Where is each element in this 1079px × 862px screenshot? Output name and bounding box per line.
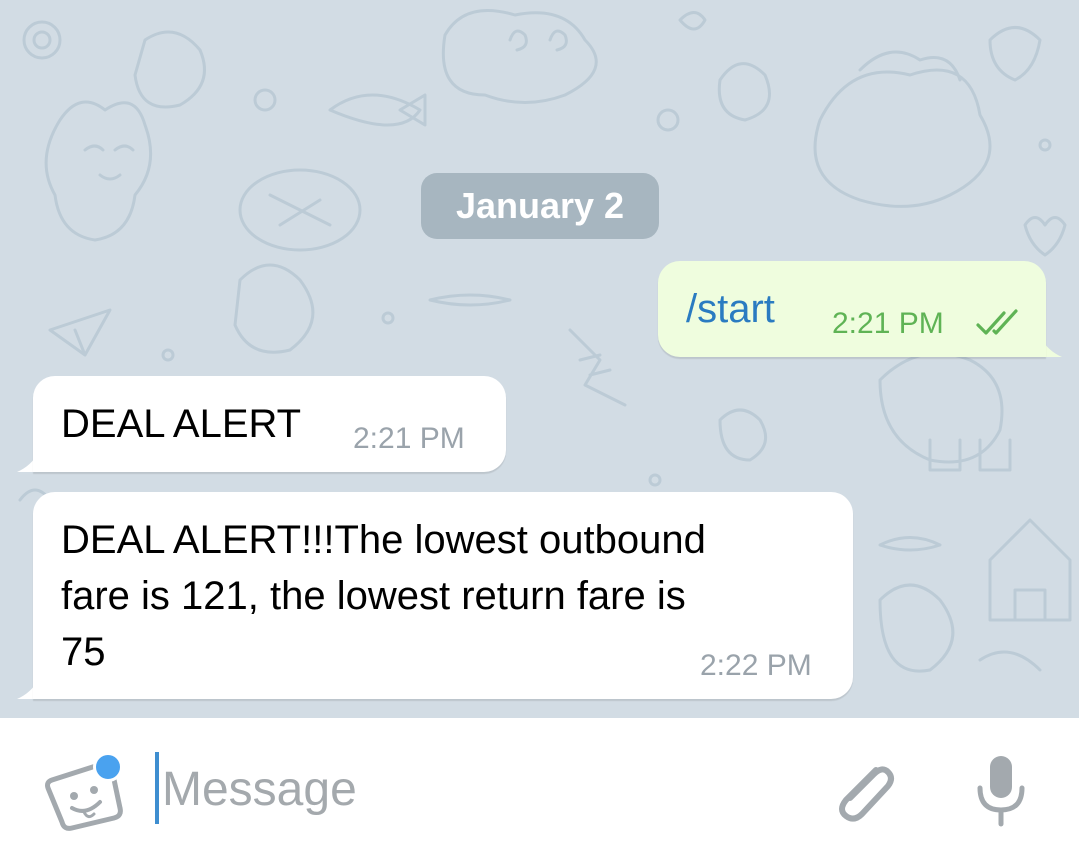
message-text-line: fare is 121, the lowest return fare is: [61, 574, 686, 618]
text-cursor: [155, 752, 159, 824]
paperclip-icon[interactable]: [830, 756, 900, 828]
microphone-icon[interactable]: [972, 752, 1030, 830]
message-bubble-outgoing[interactable]: /start 2:21 PM: [658, 261, 1046, 357]
message-text-line: DEAL ALERT!!!The lowest outbound: [61, 518, 706, 562]
message-input[interactable]: Message: [162, 760, 357, 820]
chat-area[interactable]: January 2 /start 2:21 PM DEAL ALERT 2:21…: [0, 0, 1079, 718]
message-text: DEAL ALERT: [61, 402, 302, 446]
message-bubble-incoming[interactable]: DEAL ALERT 2:21 PM: [33, 376, 506, 472]
message-time: 2:21 PM: [353, 422, 465, 455]
message-time: 2:21 PM: [832, 307, 944, 340]
message-text-line: 75: [61, 630, 106, 674]
notification-dot: [93, 752, 123, 782]
bot-command-link[interactable]: /start: [686, 281, 775, 337]
message-bubble-incoming[interactable]: DEAL ALERT!!!The lowest outbound fare is…: [33, 492, 853, 699]
message-time: 2:22 PM: [700, 649, 812, 682]
date-separator: January 2: [421, 173, 659, 239]
double-check-icon: [976, 309, 1018, 335]
